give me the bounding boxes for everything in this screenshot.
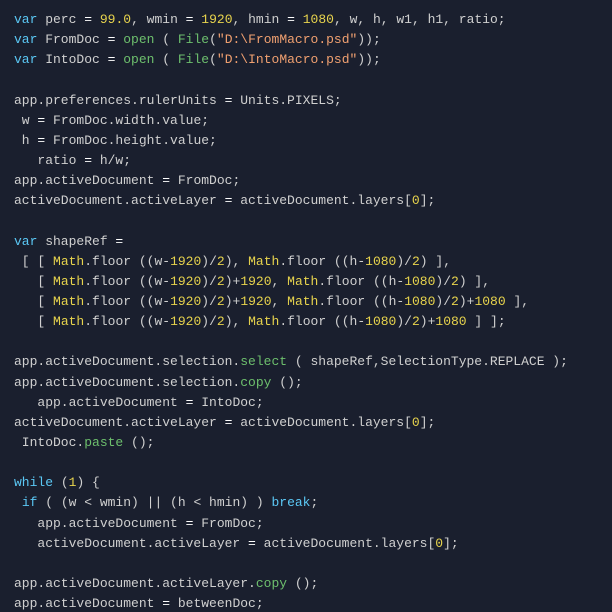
code-line-14: [ Math.floor ((w-1920)/2), Math.floor ((… bbox=[14, 312, 598, 332]
code-line-4: app.preferences.rulerUnits = Units.PIXEL… bbox=[14, 91, 598, 111]
code-line-1: var perc = 99.0, wmin = 1920, hmin = 108… bbox=[14, 10, 598, 30]
code-line-16: app.activeDocument.selection.copy (); bbox=[14, 373, 598, 393]
code-line-6: h = FromDoc.height.value; bbox=[14, 131, 598, 151]
code-line-19: IntoDoc.paste (); bbox=[14, 433, 598, 453]
blank-3 bbox=[14, 332, 598, 352]
code-line-12: [ Math.floor ((w-1920)/2)+1920, Math.flo… bbox=[14, 272, 598, 292]
blank-2 bbox=[14, 211, 598, 231]
code-line-22: app.activeDocument = FromDoc; bbox=[14, 514, 598, 534]
code-line-20: while (1) { bbox=[14, 473, 598, 493]
code-line-3: var IntoDoc = open ( File("D:\IntoMacro.… bbox=[14, 50, 598, 70]
code-line-13: [ Math.floor ((w-1920)/2)+1920, Math.flo… bbox=[14, 292, 598, 312]
code-line-24: app.activeDocument.activeLayer.copy (); bbox=[14, 574, 598, 594]
code-line-9: activeDocument.activeLayer = activeDocum… bbox=[14, 191, 598, 211]
code-line-11: [ [ Math.floor ((w-1920)/2), Math.floor … bbox=[14, 252, 598, 272]
code-line-2: var FromDoc = open ( File("D:\FromMacro.… bbox=[14, 30, 598, 50]
blank-5 bbox=[14, 554, 598, 574]
blank-1 bbox=[14, 70, 598, 90]
code-line-21: if ( (w < wmin) || (h < hmin) ) break; bbox=[14, 493, 598, 513]
code-line-25: app.activeDocument = betweenDoc; bbox=[14, 594, 598, 612]
code-line-18: activeDocument.activeLayer = activeDocum… bbox=[14, 413, 598, 433]
code-line-23: activeDocument.activeLayer = activeDocum… bbox=[14, 534, 598, 554]
code-line-7: ratio = h/w; bbox=[14, 151, 598, 171]
code-line-17: app.activeDocument = IntoDoc; bbox=[14, 393, 598, 413]
code-line-5: w = FromDoc.width.value; bbox=[14, 111, 598, 131]
code-line-8: app.activeDocument = FromDoc; bbox=[14, 171, 598, 191]
code-line-10: var shapeRef = bbox=[14, 232, 598, 252]
blank-4 bbox=[14, 453, 598, 473]
code-editor: var perc = 99.0, wmin = 1920, hmin = 108… bbox=[0, 0, 612, 612]
code-line-15: app.activeDocument.selection.select ( sh… bbox=[14, 352, 598, 372]
